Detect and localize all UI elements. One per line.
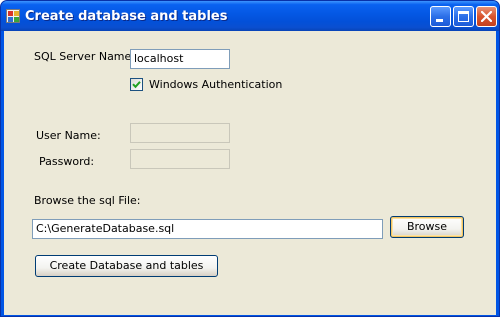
close-button[interactable] — [476, 6, 497, 27]
windows-auth-checkbox[interactable] — [130, 78, 143, 91]
window-title: Create database and tables — [25, 9, 228, 24]
server-name-input[interactable]: localhost — [130, 49, 230, 69]
close-icon — [481, 11, 492, 22]
form-body: SQL Server Name: localhost Windows Authe… — [4, 31, 496, 315]
database-app-icon[interactable] — [6, 9, 20, 23]
app-window: Create database and tables SQL Server Na… — [0, 0, 500, 317]
checkmark-icon — [132, 81, 141, 89]
title-bar[interactable]: Create database and tables — [1, 1, 499, 31]
password-input[interactable] — [130, 149, 230, 169]
username-label: User Name: — [36, 129, 101, 142]
windows-auth-label[interactable]: Windows Authentication — [149, 78, 282, 91]
server-name-label: SQL Server Name: — [34, 50, 135, 63]
minimize-button[interactable] — [430, 6, 451, 27]
password-label: Password: — [39, 155, 95, 168]
browse-button[interactable]: Browse — [390, 216, 464, 238]
username-input[interactable] — [130, 123, 230, 143]
minimize-icon — [436, 19, 443, 22]
create-database-button[interactable]: Create Database and tables — [35, 255, 218, 277]
sql-file-path-input[interactable]: C:\GenerateDatabase.sql — [32, 219, 383, 239]
browse-file-label: Browse the sql File: — [34, 194, 141, 207]
window-bottom-edge — [0, 317, 502, 321]
maximize-button[interactable] — [453, 6, 474, 27]
maximize-icon — [458, 11, 469, 22]
